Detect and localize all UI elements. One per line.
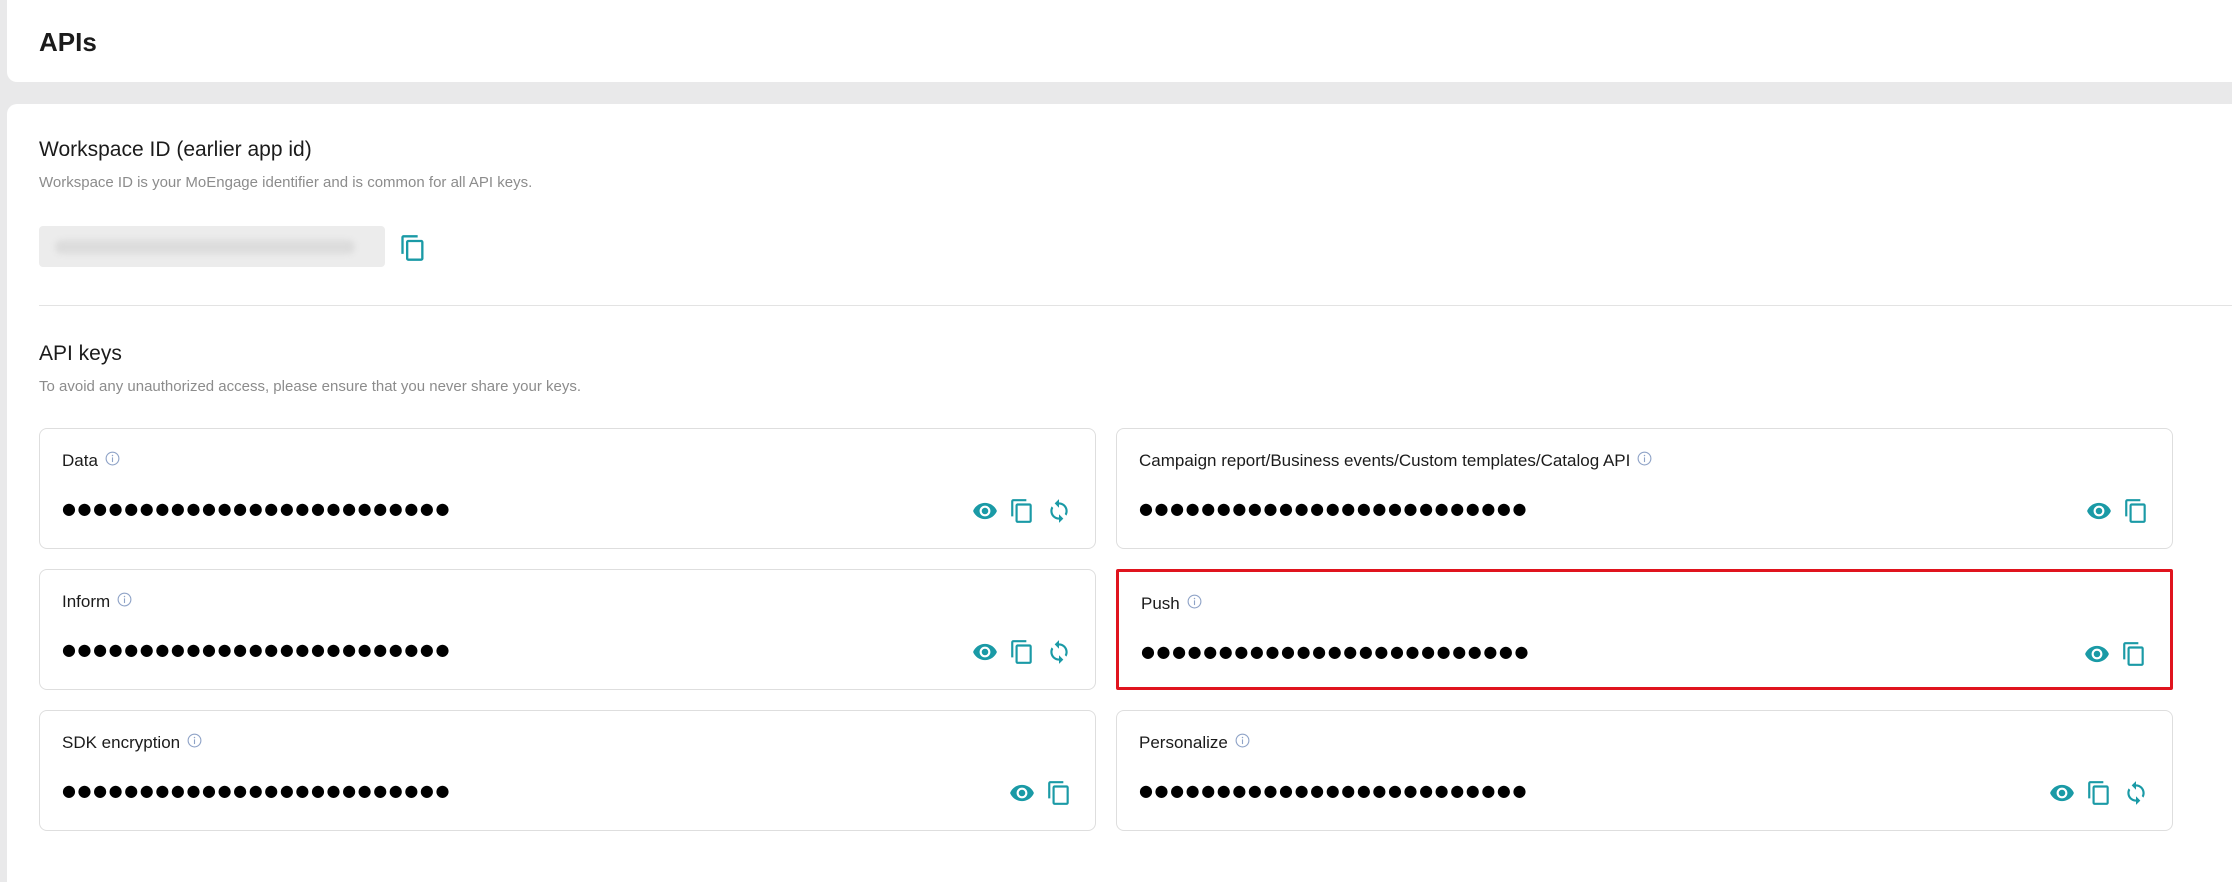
api-key-masked-value: ●●●●●●●●●●●●●●●●●●●●●●●●● [62,499,452,518]
api-key-label: Data [62,451,120,471]
api-key-label: Personalize [1139,733,1250,753]
api-key-label: Campaign report/Business events/Custom t… [1139,451,1652,471]
api-key-card-data: Data ●●●●●●●●●●●●●●●●●●●●●●●●● [39,428,1096,549]
info-icon[interactable] [117,592,132,612]
api-key-label: Push [1141,594,1202,614]
api-keys-title: API keys [39,342,122,365]
page-header: APIs [7,0,2232,82]
api-key-masked-value: ●●●●●●●●●●●●●●●●●●●●●●●●● [62,781,452,800]
show-icon[interactable] [971,638,999,666]
copy-icon[interactable] [2120,640,2148,668]
regenerate-icon[interactable] [1045,638,1073,666]
workspace-id-field[interactable] [39,226,385,267]
api-key-actions [2048,779,2150,807]
show-icon[interactable] [971,497,999,525]
api-key-masked-value: ●●●●●●●●●●●●●●●●●●●●●●●●● [62,640,452,659]
show-icon[interactable] [1008,779,1036,807]
api-key-actions [971,497,1073,525]
api-key-label-text: Data [62,451,98,470]
api-key-label: Inform [62,592,132,612]
api-key-label-text: Inform [62,592,111,611]
copy-icon[interactable] [2122,497,2150,525]
api-key-actions [2085,497,2150,525]
copy-icon[interactable] [2085,779,2113,807]
copy-icon[interactable] [399,234,427,262]
show-icon[interactable] [2085,497,2113,525]
workspace-description: Workspace ID is your MoEngage identifier… [39,174,533,191]
regenerate-icon[interactable] [2122,779,2150,807]
api-key-actions [2083,640,2148,668]
api-key-actions [971,638,1073,666]
info-icon[interactable] [105,451,120,471]
api-key-masked-value: ●●●●●●●●●●●●●●●●●●●●●●●●● [1141,642,1531,661]
regenerate-icon[interactable] [1045,497,1073,525]
main-content: Workspace ID (earlier app id) Workspace … [7,104,2232,882]
info-icon[interactable] [1637,451,1652,471]
copy-icon[interactable] [1008,497,1036,525]
api-key-label-text: Push [1141,594,1180,613]
section-divider [39,305,2232,306]
info-icon[interactable] [1187,594,1202,614]
api-key-card-inform: Inform ●●●●●●●●●●●●●●●●●●●●●●●●● [39,569,1096,690]
api-key-actions [1008,779,1073,807]
api-key-card-campaign-report-business-events-custom-templates-catalog-api: Campaign report/Business events/Custom t… [1116,428,2173,549]
copy-icon[interactable] [1008,638,1036,666]
api-key-label-text: Campaign report/Business events/Custom t… [1139,451,1631,470]
workspace-title: Workspace ID (earlier app id) [39,138,312,161]
api-key-label-text: SDK encryption [62,733,181,752]
info-icon[interactable] [1235,733,1250,753]
api-key-label-text: Personalize [1139,733,1228,752]
workspace-id-value-blurred [55,240,355,254]
show-icon[interactable] [2048,779,2076,807]
api-key-card-push: Push ●●●●●●●●●●●●●●●●●●●●●●●●● [1116,569,2173,690]
api-key-card-personalize: Personalize ●●●●●●●●●●●●●●●●●●●●●●●●● [1116,710,2173,831]
page-title: APIs [39,27,97,57]
show-icon[interactable] [2083,640,2111,668]
api-key-label: SDK encryption [62,733,202,753]
api-keys-description: To avoid any unauthorized access, please… [39,378,581,395]
api-key-card-sdk-encryption: SDK encryption ●●●●●●●●●●●●●●●●●●●●●●●●● [39,710,1096,831]
api-key-masked-value: ●●●●●●●●●●●●●●●●●●●●●●●●● [1139,499,1529,518]
info-icon[interactable] [187,733,202,753]
copy-icon[interactable] [1045,779,1073,807]
api-key-masked-value: ●●●●●●●●●●●●●●●●●●●●●●●●● [1139,781,1529,800]
